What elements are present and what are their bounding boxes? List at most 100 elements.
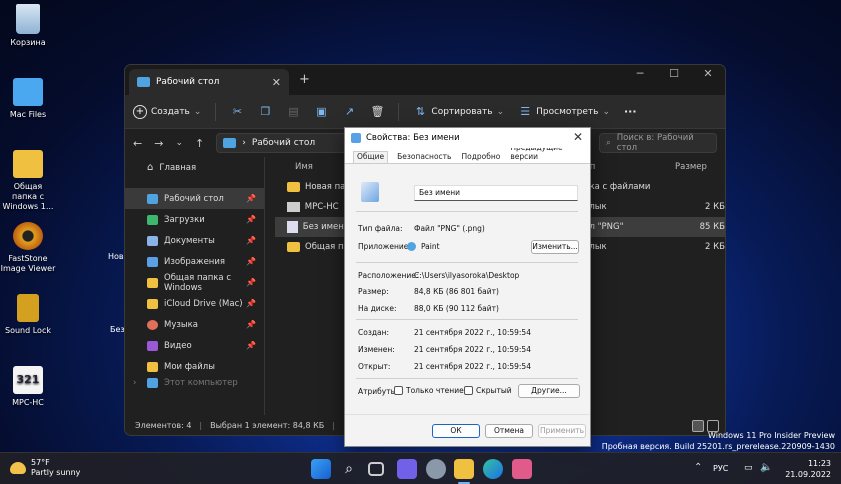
nav-item-video[interactable]: Видео 📌 xyxy=(125,335,264,356)
tab-security[interactable]: Безопасность xyxy=(396,152,452,163)
lock-icon xyxy=(17,294,39,322)
file-name-field[interactable]: Без имени xyxy=(414,185,578,201)
taskbar: 57°F Partly sunny ⌕ ⌃ РУС ▭ 🔈 11:23 21.0… xyxy=(0,452,841,484)
desktop-icon-recycle-bin[interactable]: Корзина xyxy=(0,4,56,48)
disk-size-label: На диске: xyxy=(358,304,397,313)
settings-icon[interactable] xyxy=(426,459,446,479)
minimize-icon[interactable]: ─ xyxy=(623,65,657,87)
desktop-icon-shared-folder[interactable]: Общая папка с Windows 1... xyxy=(0,150,56,212)
plus-icon: + xyxy=(133,104,147,119)
nav-item-this-pc[interactable]: › Этот компьютер xyxy=(125,377,264,389)
change-button[interactable]: Изменить... xyxy=(531,240,579,254)
hidden-checkbox[interactable]: Скрытый xyxy=(464,386,512,395)
desktop-icon-faststone[interactable]: FastStone Image Viewer xyxy=(0,222,56,274)
created-label: Создан: xyxy=(358,328,390,337)
up-icon[interactable]: ↑ xyxy=(195,137,204,150)
picture-icon xyxy=(147,256,158,267)
chevron-up-icon[interactable]: ⌃ xyxy=(694,462,702,473)
volume-icon[interactable]: 🔈 xyxy=(760,462,772,473)
create-button[interactable]: + Создать ⌄ xyxy=(133,104,201,119)
close-icon[interactable]: ✕ xyxy=(691,65,725,87)
nav-item-pictures[interactable]: Изображения 📌 xyxy=(125,251,264,272)
new-tab-icon[interactable]: + xyxy=(299,72,310,87)
weather-text: 57°F Partly sunny xyxy=(31,458,80,478)
other-attributes-button[interactable]: Другие... xyxy=(518,384,580,398)
faststone-icon xyxy=(13,222,43,250)
nav-item-desktop[interactable]: Рабочий стол 📌 xyxy=(125,188,264,209)
nav-item-documents[interactable]: Документы 📌 xyxy=(125,230,264,251)
separator xyxy=(356,211,578,212)
view-button[interactable]: ☰ Просмотреть ⌄ xyxy=(518,105,610,119)
network-icon[interactable]: ▭ xyxy=(744,463,753,473)
command-bar: + Создать ⌄ ✂ ❐ ▤ ▣ ↗ 🗑 ⇅ Сортировать ⌄ … xyxy=(125,95,725,129)
ok-button[interactable]: ОК xyxy=(432,424,480,438)
readonly-checkbox[interactable]: Только чтение xyxy=(394,386,464,395)
chevron-down-icon: ⌄ xyxy=(602,106,610,117)
address-bar[interactable]: › Рабочий стол xyxy=(216,133,351,153)
tab-details[interactable]: Подробно xyxy=(460,152,501,163)
start-icon[interactable] xyxy=(311,459,331,479)
clock[interactable]: 11:23 21.09.2022 xyxy=(785,458,831,480)
language-indicator[interactable]: РУС xyxy=(713,464,728,473)
nav-item-my-files[interactable]: Мои файлы xyxy=(125,356,264,377)
search-icon[interactable]: ⌕ xyxy=(339,459,359,479)
back-icon[interactable]: ← xyxy=(133,137,142,150)
tab-general[interactable]: Общие xyxy=(353,151,389,163)
teams-icon[interactable] xyxy=(397,459,417,479)
maximize-icon[interactable]: ☐ xyxy=(657,65,691,87)
nav-item-shared-folder[interactable]: Общая папка с Windows 📌 xyxy=(125,272,264,293)
share-icon[interactable]: ↗ xyxy=(342,105,356,119)
view-icon: ☰ xyxy=(520,104,531,118)
pin-icon: 📌 xyxy=(246,194,256,203)
pin-icon: 📌 xyxy=(246,299,256,308)
computer-icon xyxy=(147,378,158,388)
rename-icon[interactable]: ▣ xyxy=(314,105,328,119)
tab-desktop[interactable]: Рабочий стол ✕ xyxy=(129,69,289,95)
edge-icon[interactable] xyxy=(483,459,503,479)
dialog-footer: ОК Отмена Применить xyxy=(345,414,590,446)
more-button[interactable]: ··· xyxy=(624,105,637,118)
desktop-partial-label: Нов xyxy=(108,252,124,261)
nav-item-icloud[interactable]: iCloud Drive (Mac) 📌 xyxy=(125,293,264,314)
chevron-down-icon[interactable]: ⌄ xyxy=(175,138,183,148)
folder-icon xyxy=(287,182,300,192)
nav-item-downloads[interactable]: Загрузки 📌 xyxy=(125,209,264,230)
file-type: лка с файлами xyxy=(584,182,651,192)
forward-icon[interactable]: → xyxy=(154,137,163,150)
shortcut-icon xyxy=(287,242,300,252)
delete-icon[interactable]: 🗑 xyxy=(370,105,384,119)
size-value: 84,8 КБ (86 801 байт) xyxy=(414,287,499,296)
folder-icon xyxy=(13,78,43,106)
desktop-icon-label: Общая папка с Windows 1... xyxy=(2,182,54,211)
close-tab-icon[interactable]: ✕ xyxy=(272,76,281,89)
search-input[interactable]: ⌕ Поиск в: Рабочий стол xyxy=(599,133,717,153)
paste-icon[interactable]: ▤ xyxy=(286,105,300,119)
close-icon[interactable]: ✕ xyxy=(573,130,583,144)
nav-item-home[interactable]: ⌂ Главная xyxy=(125,157,264,178)
weather-desc: Partly sunny xyxy=(31,468,81,477)
file-type-label: Тип файла: xyxy=(358,224,403,233)
apply-button[interactable]: Применить xyxy=(538,424,586,438)
snipping-tool-icon[interactable] xyxy=(512,459,532,479)
task-view-icon[interactable] xyxy=(368,462,384,476)
weather-widget[interactable]: 57°F Partly sunny xyxy=(10,458,80,478)
folder-icon xyxy=(137,77,150,87)
column-size[interactable]: Размер xyxy=(675,162,725,172)
status-divider: | xyxy=(199,420,203,430)
cut-icon[interactable]: ✂ xyxy=(230,105,244,119)
copy-icon[interactable]: ❐ xyxy=(258,105,272,119)
nav-item-label: Документы xyxy=(164,235,215,246)
recycle-bin-icon xyxy=(16,4,40,34)
file-explorer-icon[interactable] xyxy=(454,459,474,479)
create-label: Создать xyxy=(151,106,190,117)
cancel-button[interactable]: Отмена xyxy=(485,424,533,438)
sort-button[interactable]: ⇅ Сортировать ⌄ xyxy=(413,105,504,119)
nav-item-music[interactable]: Музыка 📌 xyxy=(125,314,264,335)
file-type: йл "PNG" xyxy=(583,222,624,232)
nav-item-label: Главная xyxy=(159,162,197,173)
file-type: рлык xyxy=(584,242,607,252)
desktop-icon-mpc-hc[interactable]: 321 MPC-HC xyxy=(0,366,56,408)
checkbox-label: Только чтение xyxy=(406,386,464,395)
desktop-icon-mac-files[interactable]: Mac Files xyxy=(0,78,56,120)
desktop-icon-sound-lock[interactable]: Sound Lock xyxy=(0,294,56,336)
